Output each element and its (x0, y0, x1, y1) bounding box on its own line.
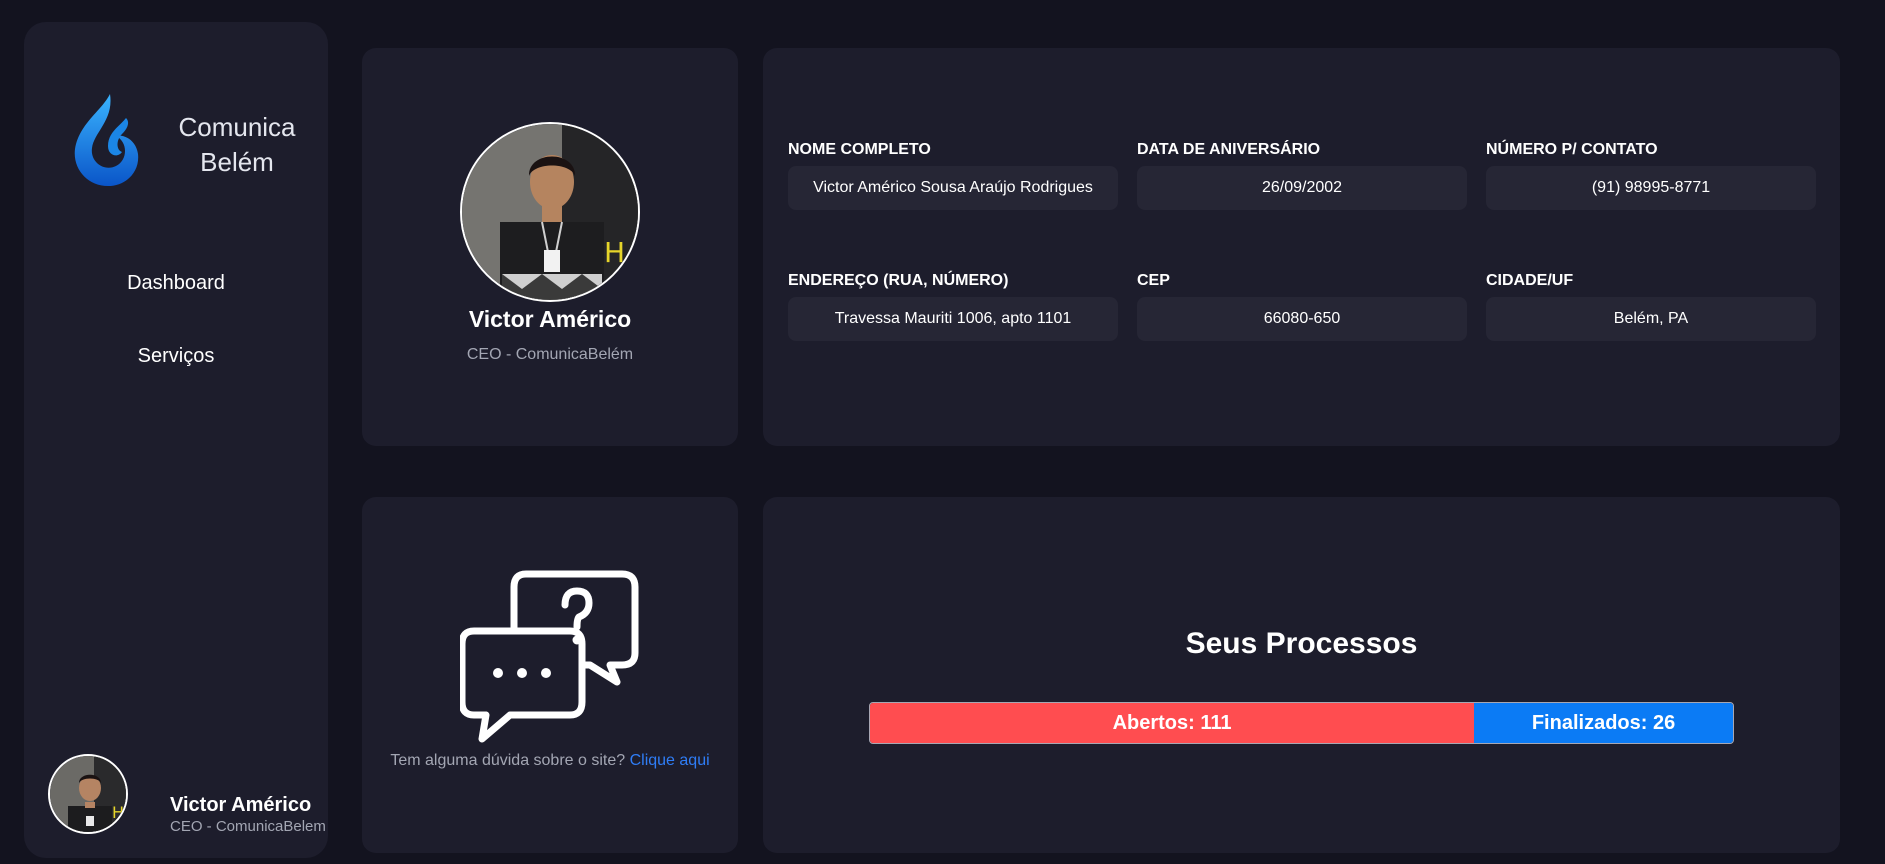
profile-role: CEO - ComunicaBelém (466, 346, 634, 363)
profile-card: H Victor Américo CEO - ComunicaBelém (362, 48, 738, 446)
svg-text:H: H (604, 236, 625, 269)
brand-line-2: Belém (200, 147, 274, 177)
help-question: Tem alguma dúvida sobre o site? (390, 752, 626, 769)
processes-title: Seus Processos (1185, 627, 1418, 660)
sidebar-user-name: Victor Américo (170, 794, 312, 816)
field-value[interactable]: 26/09/2002 (1137, 166, 1467, 210)
field-value[interactable]: (91) 98995-8771 (1486, 166, 1816, 210)
svg-text:H: H (112, 803, 124, 822)
field-label: DATA DE ANIVERSÁRIO (1137, 141, 1321, 158)
field-label: NOME COMPLETO (788, 141, 931, 158)
profile-name: Victor Américo (468, 306, 632, 332)
field-label: ENDEREÇO (RUA, NÚMERO) (788, 272, 1009, 289)
brand-name: Comunica Belém (162, 110, 312, 180)
processes-card: Seus Processos Abertos: 111 Finalizados:… (763, 497, 1840, 853)
nav-item-dashboard[interactable]: Dashboard (24, 272, 328, 295)
field-label: CIDADE/UF (1486, 272, 1574, 289)
nav-item-servicos[interactable]: Serviços (24, 345, 328, 368)
brand-line-1: Comunica (178, 112, 296, 142)
field-city: CIDADE/UF Belém, PA (1486, 272, 1816, 341)
finished-processes-segment[interactable]: Finalizados: 26 (1474, 703, 1733, 743)
water-flame-logo-icon (74, 94, 139, 186)
help-link[interactable]: Clique aqui (630, 752, 710, 769)
field-value[interactable]: Belém, PA (1486, 297, 1816, 341)
field-phone: NÚMERO P/ CONTATO (91) 98995-8771 (1486, 141, 1816, 210)
personal-info-card: NOME COMPLETO Victor Américo Sousa Araúj… (763, 48, 1840, 446)
profile-avatar: H (460, 122, 640, 302)
brand[interactable]: Comunica Belém (68, 68, 308, 188)
field-label: NÚMERO P/ CONTATO (1486, 141, 1658, 158)
field-cep: CEP 66080-650 (1137, 272, 1467, 341)
field-value[interactable]: 66080-650 (1137, 297, 1467, 341)
field-address: ENDEREÇO (RUA, NÚMERO) Travessa Mauriti … (788, 272, 1118, 341)
field-full-name: NOME COMPLETO Victor Américo Sousa Araúj… (788, 141, 1118, 210)
sidebar: Comunica Belém Dashboard Serviços H Vict… (24, 22, 328, 858)
open-processes-segment[interactable]: Abertos: 111 (870, 703, 1475, 743)
field-birthday: DATA DE ANIVERSÁRIO 26/09/2002 (1137, 141, 1467, 210)
chat-question-icon (460, 570, 639, 743)
field-label: CEP (1137, 272, 1170, 289)
sidebar-user[interactable]: H Victor Américo CEO - ComunicaBelem (48, 754, 326, 836)
avatar: H (48, 754, 128, 834)
help-card: Tem alguma dúvida sobre o site? Clique a… (362, 497, 738, 853)
help-text: Tem alguma dúvida sobre o site? Clique a… (362, 752, 738, 770)
sidebar-user-role: CEO - ComunicaBelem (170, 818, 326, 835)
processes-progress-bar: Abertos: 111 Finalizados: 26 (869, 702, 1734, 744)
field-value[interactable]: Travessa Mauriti 1006, apto 1101 (788, 297, 1118, 341)
field-value[interactable]: Victor Américo Sousa Araújo Rodrigues (788, 166, 1118, 210)
